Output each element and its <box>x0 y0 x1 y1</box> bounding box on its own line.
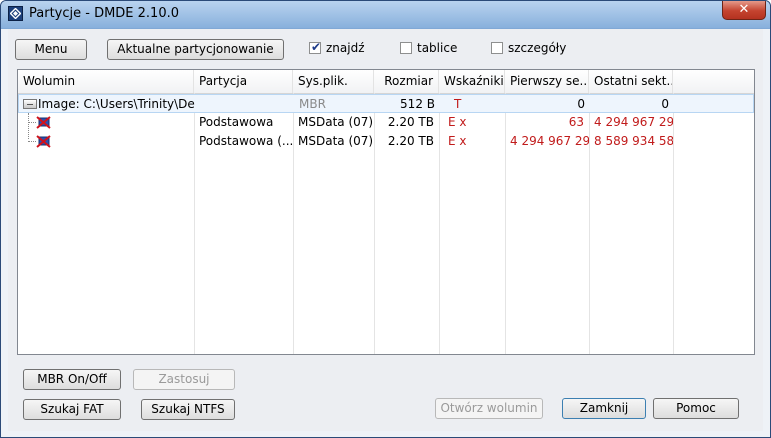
cell-partition <box>195 95 294 114</box>
help-button[interactable]: Pomoc <box>653 398 739 419</box>
menu-button[interactable]: Menu <box>15 39 87 60</box>
cell-first-sector: 0 <box>577 97 585 111</box>
current-partitioning-button[interactable]: Aktualne partycjonowanie <box>107 39 284 60</box>
cell-filesystem: MSData (07) <box>298 134 374 148</box>
cell-first-sector: 4 294 967 295 <box>510 134 589 148</box>
cell-size: 512 B <box>400 97 435 111</box>
details-checkbox-box[interactable] <box>491 42 503 54</box>
cell-first-sector: 63 <box>568 115 584 129</box>
cell-partition: Podstawowa (... <box>199 134 293 148</box>
cell-flags: E x <box>448 115 467 129</box>
column-size[interactable]: Rozmiar <box>374 70 439 93</box>
cell-size: 2.20 TB <box>387 134 434 148</box>
column-last-sector[interactable]: Ostatni sekt... <box>589 70 673 93</box>
cell-filesystem: MSData (07) <box>298 115 374 129</box>
tables-checkbox-label: tablice <box>417 41 458 55</box>
close-button[interactable]: Zamknij <box>562 398 646 419</box>
column-first-sector[interactable]: Pierwszy se... <box>505 70 589 93</box>
find-checkbox[interactable]: ✔ znajdź <box>309 40 379 57</box>
list-header: Wolumin Partycja Sys.plik. Rozmiar Wskaź… <box>18 70 754 94</box>
cell-flags: T <box>454 97 462 111</box>
close-window-button[interactable]: ✕ <box>722 1 766 20</box>
table-row-partition-1[interactable]: Podstawowa MSData (07) 2.20 TB E x 63 4 … <box>18 113 754 132</box>
cell-last-sector: 8 589 934 589 <box>594 134 673 148</box>
partitions-window: Partycje - DMDE 2.10.0 ✕ Menu Aktualne p… <box>0 0 771 438</box>
dialog-body: Menu Aktualne partycjonowanie ✔ znajdź t… <box>8 29 763 431</box>
apply-button[interactable]: Zastosuj <box>133 369 235 390</box>
cell-volume: Image: C:\Users\Trinity\De... <box>38 97 195 111</box>
column-flags[interactable]: Wskaźniki <box>439 70 505 93</box>
mbr-toggle-button[interactable]: MBR On/Off <box>23 369 121 390</box>
table-row-image[interactable]: Image: C:\Users\Trinity\De... MBR 512 B … <box>18 94 754 113</box>
missing-volume-icon <box>36 116 51 129</box>
cell-flags: E x <box>448 134 467 148</box>
checkmark-icon: ✔ <box>311 40 322 54</box>
column-filler <box>673 70 754 93</box>
cell-size: 2.20 TB <box>387 115 434 129</box>
column-volume[interactable]: Wolumin <box>18 70 194 93</box>
details-checkbox[interactable]: szczegóły <box>491 41 571 57</box>
cell-filesystem: MBR <box>299 97 326 111</box>
tables-checkbox-box[interactable] <box>400 42 412 54</box>
tables-checkbox[interactable]: tablice <box>400 41 470 57</box>
table-row-partition-2[interactable]: Podstawowa (... MSData (07) 2.20 TB E x … <box>18 132 754 151</box>
find-checkbox-box[interactable]: ✔ <box>309 40 322 54</box>
cell-partition: Podstawowa <box>199 115 274 129</box>
column-partition[interactable]: Partycja <box>194 70 293 93</box>
cell-last-sector: 4 294 967 294 <box>594 115 673 129</box>
cell-last-sector: 0 <box>661 97 669 111</box>
search-ntfs-button[interactable]: Szukaj NTFS <box>141 399 235 420</box>
details-checkbox-label: szczegóły <box>508 41 567 55</box>
find-checkbox-label: znajdź <box>326 41 365 55</box>
partitions-list[interactable]: Wolumin Partycja Sys.plik. Rozmiar Wskaź… <box>17 69 755 355</box>
window-title: Partycje - DMDE 2.10.0 <box>29 6 180 21</box>
missing-volume-icon <box>36 135 51 148</box>
search-fat-button[interactable]: Szukaj FAT <box>23 399 121 420</box>
dmde-app-icon <box>8 6 23 21</box>
column-filesystem[interactable]: Sys.plik. <box>293 70 374 93</box>
title-bar[interactable]: Partycje - DMDE 2.10.0 ✕ <box>1 1 770 28</box>
open-volume-button[interactable]: Otwórz wolumin <box>435 398 543 419</box>
